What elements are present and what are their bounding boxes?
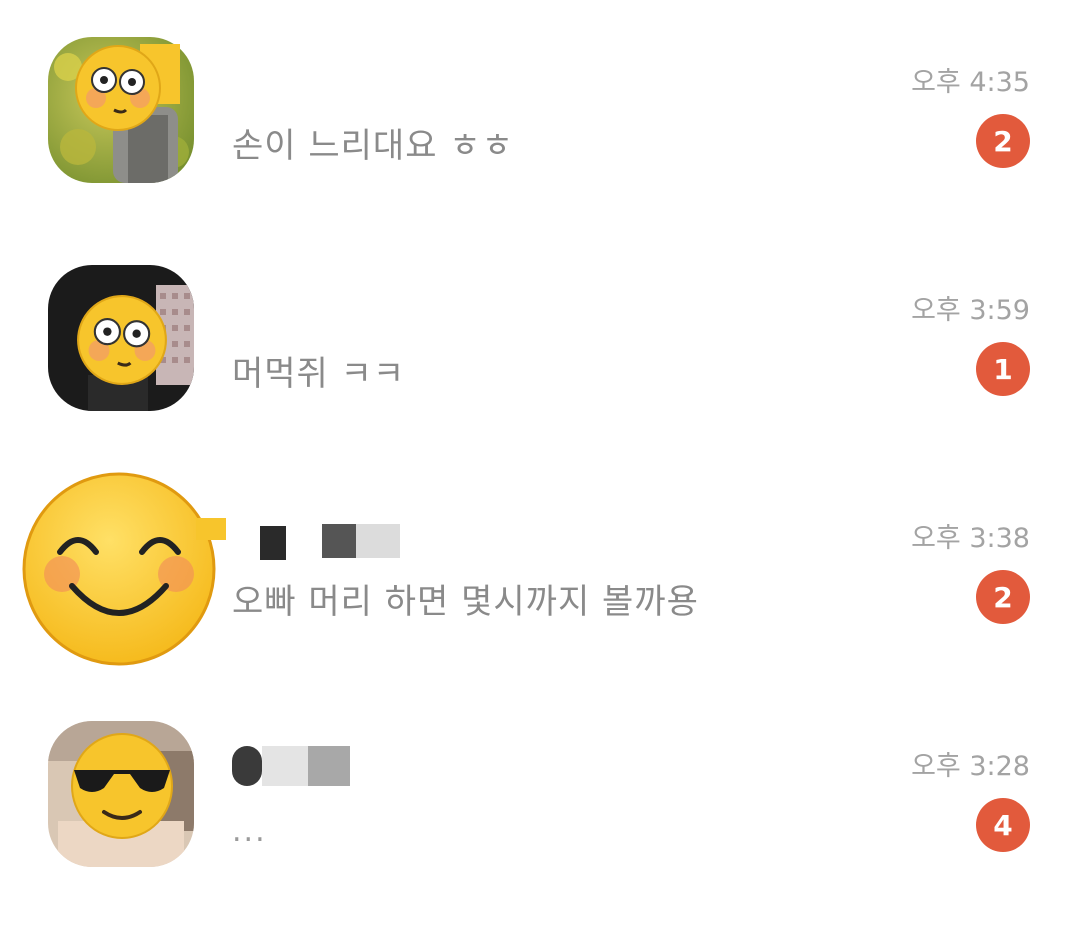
timestamp: 오후 3:28 xyxy=(911,751,1030,782)
message-preview: 손이 느리대요 ㅎㅎ xyxy=(232,126,514,166)
timestamp: 오후 3:59 xyxy=(911,295,1030,326)
unread-badge: 2 xyxy=(976,114,1030,168)
flushed-face-icon xyxy=(75,45,161,131)
chat-row[interactable]: 오빠 머리 하면 몇시까지 볼까용 오후 3:38 2 xyxy=(0,472,1078,676)
unread-badge: 4 xyxy=(976,798,1030,852)
smiling-face-icon xyxy=(22,472,216,666)
chat-row[interactable]: ... 오후 3:28 4 xyxy=(0,704,1078,904)
message-preview: ... xyxy=(232,814,267,849)
chat-row[interactable]: 머먹쥐 ㅋㅋ 오후 3:59 1 xyxy=(0,248,1078,448)
avatar[interactable] xyxy=(20,470,218,668)
chat-row[interactable]: 손이 느리대요 ㅎㅎ 오후 4:35 2 xyxy=(0,20,1078,220)
unread-badge: 2 xyxy=(976,570,1030,624)
flushed-face-icon xyxy=(77,295,167,385)
message-preview: 머먹쥐 ㅋㅋ xyxy=(232,354,406,394)
timestamp: 오후 4:35 xyxy=(911,67,1030,98)
timestamp: 오후 3:38 xyxy=(911,523,1030,554)
unread-badge: 1 xyxy=(976,342,1030,396)
message-preview: 오빠 머리 하면 몇시까지 볼까용 xyxy=(232,582,699,622)
sticker-icon xyxy=(196,518,226,540)
sunglasses-face-icon xyxy=(71,733,173,839)
